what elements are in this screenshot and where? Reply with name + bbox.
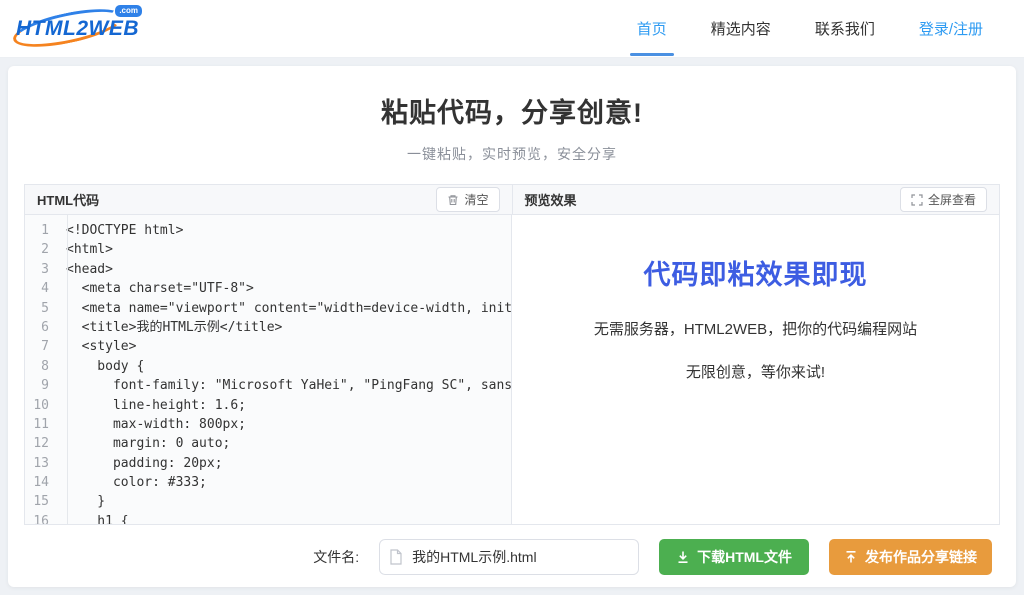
line-number: 8	[25, 357, 58, 376]
panel-bodies: 1<!DOCTYPE html>2<html>3<head>4 <meta ch…	[25, 215, 999, 524]
line-number: 2	[25, 240, 58, 259]
line-number: 6	[25, 318, 58, 337]
main-card: 粘贴代码，分享创意! 一键粘贴，实时预览，安全分享 HTML代码 清空 预览效果	[8, 66, 1016, 587]
filename-input-wrap	[379, 539, 639, 575]
filename-input[interactable]	[379, 539, 639, 575]
line-number: 10	[25, 396, 58, 415]
code-line: 10 line-height: 1.6;	[25, 396, 511, 415]
code-line-text: <meta charset="UTF-8">	[58, 279, 254, 298]
code-line-text: }	[58, 492, 105, 511]
fullscreen-button-label: 全屏查看	[928, 191, 976, 208]
line-number: 7	[25, 337, 58, 356]
preview-heading: 代码即粘效果即现	[512, 253, 999, 292]
page-subtitle: 一键粘贴，实时预览，安全分享	[8, 144, 1016, 164]
code-line-text: padding: 20px;	[58, 454, 223, 473]
code-line: 6 <title>我的HTML示例</title>	[25, 318, 511, 337]
code-line: 16 h1 {	[25, 512, 511, 524]
download-html-button[interactable]: 下载HTML文件	[659, 539, 809, 575]
code-line: 8 body {	[25, 357, 511, 376]
line-number: 14	[25, 473, 58, 492]
code-line-text: h1 {	[58, 512, 129, 524]
code-panel-header: HTML代码 清空	[25, 185, 513, 214]
code-line: 3<head>	[25, 260, 511, 279]
preview-pane: 代码即粘效果即现 无需服务器，HTML2WEB，把你的代码编程网站 无限创意，等…	[512, 215, 999, 524]
preview-paragraph-2: 无限创意，等你来试!	[512, 361, 999, 382]
code-line: 5 <meta name="viewport" content="width=d…	[25, 299, 511, 318]
fullscreen-icon	[911, 194, 923, 206]
download-icon	[676, 550, 690, 564]
code-line-text: <style>	[58, 337, 136, 356]
editor-preview-panels: HTML代码 清空 预览效果	[24, 184, 1000, 525]
code-line-text: body {	[58, 357, 144, 376]
code-line: 11 max-width: 800px;	[25, 415, 511, 434]
nav-item-home[interactable]: 首页	[622, 0, 682, 58]
code-line-text: max-width: 800px;	[58, 415, 246, 434]
code-line: 9 font-family: "Microsoft YaHei", "PingF…	[25, 376, 511, 395]
brand-logo[interactable]: HTML2WEB .com	[16, 10, 134, 48]
line-number: 11	[25, 415, 58, 434]
navbar: HTML2WEB .com 首页 精选内容 联系我们 登录/注册	[0, 0, 1024, 58]
code-line: 2<html>	[25, 240, 511, 259]
line-number: 3	[25, 260, 58, 279]
code-line: 14 color: #333;	[25, 473, 511, 492]
publish-share-button[interactable]: 发布作品分享链接	[829, 539, 992, 575]
code-line: 7 <style>	[25, 337, 511, 356]
code-line: 15 }	[25, 492, 511, 511]
code-line-text: <meta name="viewport" content="width=dev…	[58, 299, 512, 318]
action-bar: 文件名: 下载HTML文件 发布作品分享链接	[8, 525, 1016, 587]
download-button-label: 下载HTML文件	[697, 547, 792, 567]
clear-code-button[interactable]: 清空	[436, 187, 499, 212]
line-number: 4	[25, 279, 58, 298]
code-line: 13 padding: 20px;	[25, 454, 511, 473]
line-number: 15	[25, 492, 58, 511]
line-number: 13	[25, 454, 58, 473]
publish-button-label: 发布作品分享链接	[865, 547, 977, 567]
code-line-text: font-family: "Microsoft YaHei", "PingFan…	[58, 376, 512, 395]
code-line: 4 <meta charset="UTF-8">	[25, 279, 511, 298]
code-panel-title: HTML代码	[37, 190, 99, 209]
preview-panel-header: 预览效果 全屏查看	[513, 185, 1000, 214]
code-line: 1<!DOCTYPE html>	[25, 221, 511, 240]
gutter-divider	[67, 215, 68, 524]
main-nav: 首页 精选内容 联系我们 登录/注册	[608, 0, 998, 58]
nav-item-contact[interactable]: 联系我们	[800, 0, 890, 58]
line-number: 16	[25, 512, 58, 524]
code-line-text: <!DOCTYPE html>	[58, 221, 183, 240]
nav-item-login-register[interactable]: 登录/注册	[904, 0, 998, 58]
brand-name: HTML2WEB	[16, 17, 139, 41]
code-line-text: margin: 0 auto;	[58, 434, 230, 453]
fullscreen-button[interactable]: 全屏查看	[900, 187, 987, 212]
panel-headers: HTML代码 清空 预览效果	[25, 185, 999, 215]
nav-item-featured[interactable]: 精选内容	[696, 0, 786, 58]
page-title: 粘贴代码，分享创意!	[8, 91, 1016, 130]
line-number: 9	[25, 376, 58, 395]
line-number: 5	[25, 299, 58, 318]
preview-panel-title: 预览效果	[525, 190, 577, 209]
trash-icon	[447, 194, 459, 206]
code-line-text: color: #333;	[58, 473, 207, 492]
code-line-text: line-height: 1.6;	[58, 396, 246, 415]
brand-tld-badge: .com	[115, 5, 142, 17]
line-number: 12	[25, 434, 58, 453]
upload-icon	[844, 550, 858, 564]
code-editor[interactable]: 1<!DOCTYPE html>2<html>3<head>4 <meta ch…	[25, 215, 512, 524]
code-lines: 1<!DOCTYPE html>2<html>3<head>4 <meta ch…	[25, 221, 511, 524]
hero-section: 粘贴代码，分享创意! 一键粘贴，实时预览，安全分享	[8, 91, 1016, 164]
filename-label: 文件名:	[313, 547, 359, 567]
code-line-text: <title>我的HTML示例</title>	[58, 318, 282, 337]
clear-button-label: 清空	[464, 191, 488, 208]
line-number: 1	[25, 221, 58, 240]
preview-paragraph-1: 无需服务器，HTML2WEB，把你的代码编程网站	[512, 318, 999, 339]
code-line: 12 margin: 0 auto;	[25, 434, 511, 453]
